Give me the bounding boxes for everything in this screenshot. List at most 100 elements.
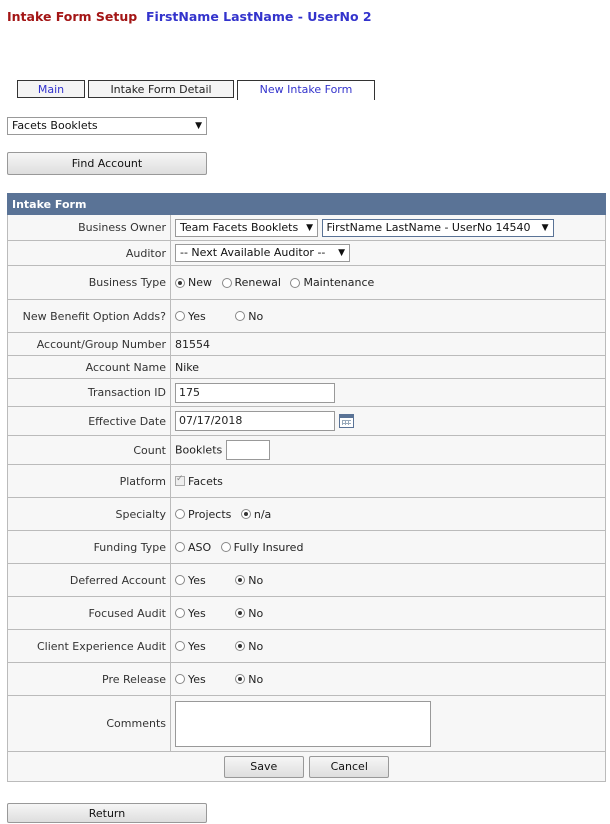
option-label: Fully Insured <box>233 540 304 554</box>
transaction-id-label: Transaction ID <box>7 378 171 407</box>
radio-aso[interactable] <box>175 542 185 553</box>
account-group-label: Account/Group Number <box>7 332 171 356</box>
checkbox-facets <box>175 474 185 487</box>
radio-yes[interactable] <box>175 575 185 586</box>
deferred-yes[interactable]: Yes <box>175 573 206 587</box>
pre-release-label: Pre Release <box>7 662 171 696</box>
business-owner-team-select[interactable]: Team Facets Booklets ▼ <box>175 218 318 237</box>
platform-label: Platform <box>7 464 171 498</box>
option-label: Projects <box>188 507 232 521</box>
account-group-value: 81554 <box>170 332 606 356</box>
client-experience-label: Client Experience Audit <box>7 629 171 663</box>
transaction-id-input[interactable]: 175 <box>175 382 335 403</box>
business-type-maintenance[interactable]: Maintenance <box>290 276 375 290</box>
chevron-down-icon: ▼ <box>541 222 549 233</box>
calendar-icon[interactable] <box>339 414 354 428</box>
comments-textarea[interactable] <box>175 700 431 747</box>
deferred-account-label: Deferred Account <box>7 563 171 597</box>
cancel-button[interactable]: Cancel <box>309 755 390 778</box>
option-label: No <box>248 573 264 587</box>
tab-new-intake-form[interactable]: New Intake Form <box>237 80 375 100</box>
chevron-down-icon: ▼ <box>195 121 202 131</box>
find-account-button[interactable]: Find Account <box>7 152 207 175</box>
auditor-label: Auditor <box>7 240 171 266</box>
radio-yes[interactable] <box>175 641 185 652</box>
radio-maintenance[interactable] <box>290 277 301 288</box>
option-label: Yes <box>188 573 206 587</box>
business-type-new[interactable]: New <box>175 276 212 290</box>
option-label: New <box>188 276 212 290</box>
save-button[interactable]: Save <box>223 755 304 778</box>
count-label: Count <box>7 435 171 465</box>
count-unit: Booklets <box>175 443 223 457</box>
deferred-no[interactable]: No <box>235 573 263 587</box>
account-name-label: Account Name <box>7 355 171 379</box>
radio-fully-insured[interactable] <box>220 542 231 553</box>
new-benefit-label: New Benefit Option Adds? <box>7 299 171 333</box>
radio-na[interactable] <box>240 509 251 520</box>
option-label: No <box>248 672 264 686</box>
specialty-label: Specialty <box>7 497 171 531</box>
account-name-value: Nike <box>170 355 606 379</box>
client-experience-yes[interactable]: Yes <box>175 639 206 653</box>
option-label: No <box>248 606 264 620</box>
pre-release-no[interactable]: No <box>235 672 263 686</box>
new-benefit-no[interactable]: No <box>235 309 263 323</box>
product-select-value: Facets Booklets <box>12 119 98 132</box>
business-type-renewal[interactable]: Renewal <box>221 276 281 290</box>
focused-yes[interactable]: Yes <box>175 606 206 620</box>
platform-facets: Facets <box>175 474 223 488</box>
count-input[interactable] <box>225 440 270 460</box>
chevron-down-icon: ▼ <box>306 222 313 233</box>
business-owner-person-select[interactable]: FirstName LastName - UserNo 14540 ▼ <box>321 218 554 237</box>
radio-yes[interactable] <box>175 608 185 619</box>
focused-audit-label: Focused Audit <box>7 596 171 630</box>
comments-label: Comments <box>7 695 171 752</box>
return-button[interactable]: Return <box>7 803 207 823</box>
business-owner-person-value: FirstName LastName - UserNo 14540 <box>326 220 531 234</box>
auditor-select[interactable]: -- Next Available Auditor -- ▼ <box>175 244 350 262</box>
radio-renewal[interactable] <box>221 277 232 288</box>
option-label: Maintenance <box>303 276 375 290</box>
radio-no[interactable] <box>235 575 246 586</box>
radio-no[interactable] <box>235 608 246 619</box>
business-type-label: Business Type <box>7 265 171 300</box>
option-label: ASO <box>188 540 212 554</box>
funding-fully-insured[interactable]: Fully Insured <box>220 540 304 554</box>
funding-aso[interactable]: ASO <box>175 540 211 554</box>
form-actions: Save Cancel <box>7 751 606 782</box>
radio-no[interactable] <box>235 641 246 652</box>
option-label: Yes <box>188 672 206 686</box>
radio-new[interactable] <box>175 277 185 288</box>
radio-yes[interactable] <box>175 311 185 322</box>
section-title: Intake Form <box>7 193 606 215</box>
tab-intake-form-detail[interactable]: Intake Form Detail <box>88 80 234 98</box>
focused-no[interactable]: No <box>235 606 263 620</box>
funding-type-label: Funding Type <box>7 530 171 564</box>
radio-projects[interactable] <box>175 509 185 520</box>
intake-form-table: Intake Form Business Owner Team Facets B… <box>7 193 606 782</box>
radio-no[interactable] <box>235 311 246 322</box>
option-label: Renewal <box>234 276 281 290</box>
pre-release-yes[interactable]: Yes <box>175 672 206 686</box>
effective-date-input[interactable]: 07/17/2018 <box>175 411 335 431</box>
option-label: Yes <box>188 639 206 653</box>
radio-no[interactable] <box>235 674 246 685</box>
tab-main[interactable]: Main <box>17 80 85 98</box>
chevron-down-icon: ▼ <box>338 248 345 258</box>
page-title: Intake Form Setup <box>7 9 138 24</box>
specialty-projects[interactable]: Projects <box>175 507 231 521</box>
option-label: Yes <box>188 309 206 323</box>
effective-date-label: Effective Date <box>7 406 171 436</box>
radio-yes[interactable] <box>175 674 185 685</box>
user-name: FirstName LastName - UserNo 2 <box>146 9 372 24</box>
client-experience-no[interactable]: No <box>235 639 263 653</box>
product-select[interactable]: Facets Booklets ▼ <box>7 117 207 135</box>
business-owner-label: Business Owner <box>7 214 171 241</box>
auditor-value: -- Next Available Auditor -- <box>180 246 326 259</box>
option-label: Yes <box>188 606 206 620</box>
business-owner-team-value: Team Facets Booklets <box>180 220 299 234</box>
option-label: n/a <box>253 507 272 521</box>
specialty-na[interactable]: n/a <box>240 507 272 521</box>
new-benefit-yes[interactable]: Yes <box>175 309 206 323</box>
